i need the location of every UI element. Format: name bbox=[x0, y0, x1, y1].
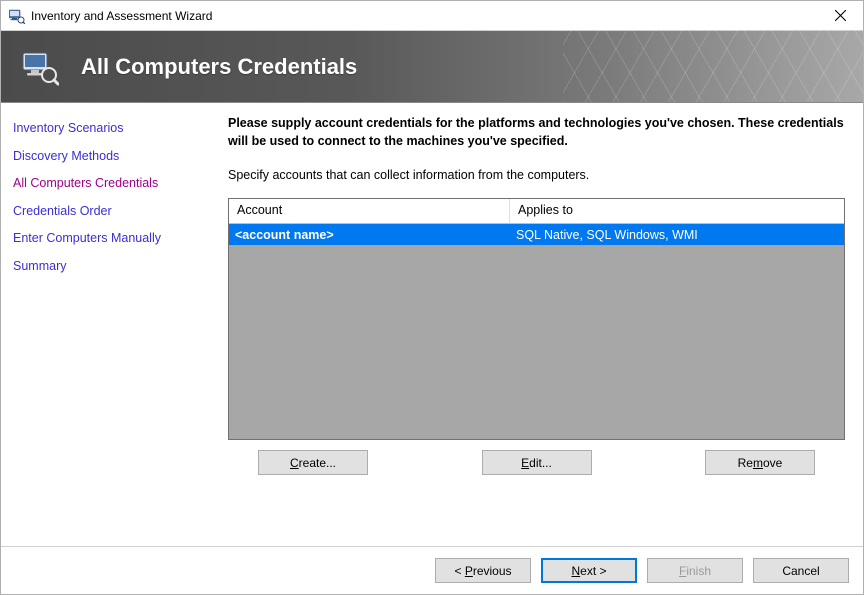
remove-button[interactable]: Remove bbox=[705, 450, 815, 475]
table-body: <account name> SQL Native, SQL Windows, … bbox=[229, 224, 844, 439]
cancel-button[interactable]: Cancel bbox=[753, 558, 849, 583]
column-header-account[interactable]: Account bbox=[229, 199, 510, 223]
action-row: Create... Edit... Remove bbox=[228, 450, 845, 475]
cell-account: <account name> bbox=[229, 226, 510, 244]
table-header: Account Applies to bbox=[229, 199, 844, 224]
sidebar-item-summary[interactable]: Summary bbox=[11, 253, 218, 281]
close-button[interactable] bbox=[818, 1, 863, 30]
titlebar-text: Inventory and Assessment Wizard bbox=[31, 9, 818, 23]
column-header-applies[interactable]: Applies to bbox=[510, 199, 844, 223]
sidebar-item-credentials-order[interactable]: Credentials Order bbox=[11, 198, 218, 226]
banner: All Computers Credentials bbox=[1, 31, 863, 103]
sidebar-item-enter-computers-manually[interactable]: Enter Computers Manually bbox=[11, 225, 218, 253]
wizard-body: Inventory Scenarios Discovery Methods Al… bbox=[1, 103, 863, 546]
finish-button: Finish bbox=[647, 558, 743, 583]
create-button[interactable]: Create... bbox=[258, 450, 368, 475]
main-panel: Please supply account credentials for th… bbox=[218, 103, 863, 546]
sidebar-item-discovery-methods[interactable]: Discovery Methods bbox=[11, 143, 218, 171]
banner-decoration bbox=[563, 31, 863, 102]
banner-computer-icon bbox=[19, 47, 59, 87]
footer: < Previous Next > Finish Cancel bbox=[1, 546, 863, 594]
sidebar-item-all-computers-credentials[interactable]: All Computers Credentials bbox=[11, 170, 218, 198]
app-icon bbox=[9, 8, 25, 24]
credentials-table: Account Applies to <account name> SQL Na… bbox=[228, 198, 845, 440]
sidebar: Inventory Scenarios Discovery Methods Al… bbox=[1, 103, 218, 546]
close-icon bbox=[835, 10, 846, 21]
subtext: Specify accounts that can collect inform… bbox=[228, 168, 845, 182]
edit-button[interactable]: Edit... bbox=[482, 450, 592, 475]
next-button[interactable]: Next > bbox=[541, 558, 637, 583]
banner-title: All Computers Credentials bbox=[81, 54, 357, 80]
previous-button[interactable]: < Previous bbox=[435, 558, 531, 583]
sidebar-item-inventory-scenarios[interactable]: Inventory Scenarios bbox=[11, 115, 218, 143]
instruction-text: Please supply account credentials for th… bbox=[228, 115, 845, 150]
wizard-window: Inventory and Assessment Wizard All Comp… bbox=[0, 0, 864, 595]
cell-applies: SQL Native, SQL Windows, WMI bbox=[510, 226, 844, 244]
table-row[interactable]: <account name> SQL Native, SQL Windows, … bbox=[229, 224, 844, 245]
titlebar: Inventory and Assessment Wizard bbox=[1, 1, 863, 31]
